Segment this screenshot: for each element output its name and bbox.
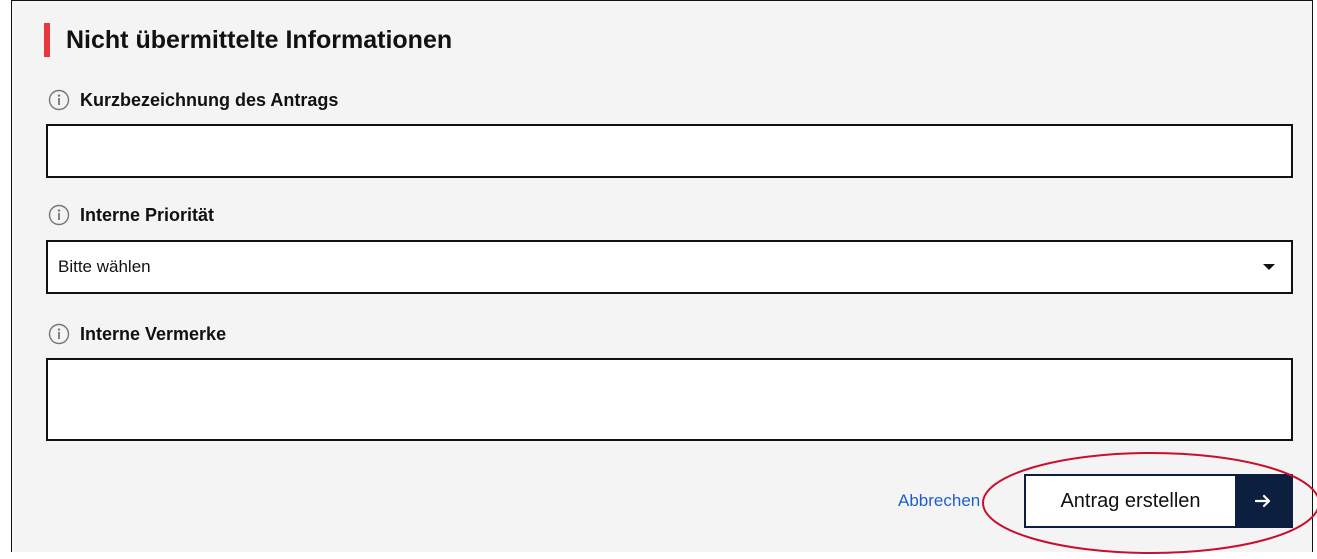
priority-label-row: Interne Priorität [48, 203, 214, 227]
create-application-button[interactable]: Antrag erstellen [1024, 474, 1293, 528]
submit-button-label: Antrag erstellen [1060, 489, 1201, 512]
notes-textarea[interactable] [46, 358, 1293, 441]
submit-arrow-box [1235, 476, 1291, 526]
section-heading: Nicht übermittelte Informationen [44, 23, 452, 57]
cancel-link[interactable]: Abbrechen [898, 491, 980, 511]
notes-label-row: Interne Vermerke [48, 322, 226, 346]
priority-select-value: Bitte wählen [58, 257, 151, 276]
chevron-down-icon [1263, 264, 1275, 270]
priority-select[interactable]: Bitte wählen [46, 240, 1293, 294]
short-name-input[interactable] [46, 124, 1293, 178]
short-name-label: Kurzbezeichnung des Antrags [80, 89, 339, 110]
info-icon[interactable] [48, 204, 70, 226]
form-panel: Nicht übermittelte Informationen Kurzbez… [11, 0, 1313, 552]
arrow-right-icon [1254, 494, 1271, 508]
priority-label: Interne Priorität [80, 204, 215, 225]
heading-accent-bar [44, 23, 50, 57]
section-title: Nicht übermittelte Informationen [66, 25, 453, 54]
info-icon[interactable] [48, 89, 70, 111]
short-name-label-row: Kurzbezeichnung des Antrags [48, 88, 338, 112]
info-icon[interactable] [48, 323, 70, 345]
notes-label: Interne Vermerke [80, 323, 227, 344]
